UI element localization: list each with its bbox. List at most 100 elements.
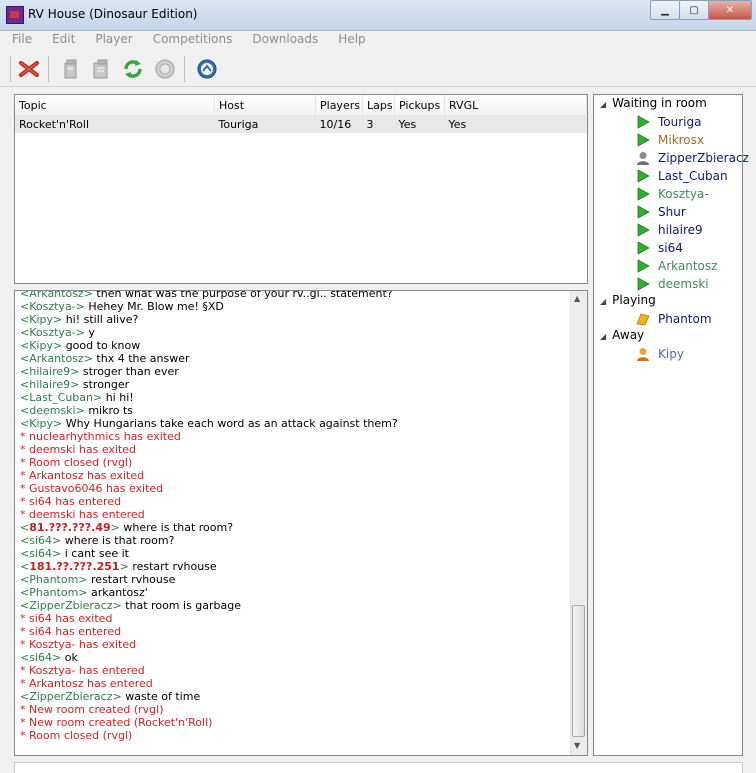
user-list-item[interactable]: hilaire9	[636, 221, 703, 239]
user-list-item[interactable]: Arkantosz	[636, 257, 717, 275]
user-orange-icon	[636, 347, 650, 361]
scroll-up-icon[interactable]: ▲	[574, 294, 580, 303]
chat-nick[interactable]: Kosztya-	[29, 326, 75, 339]
menu-downloads[interactable]: Downloads	[240, 31, 326, 46]
host-room-icon[interactable]	[58, 56, 84, 82]
settings-icon[interactable]	[194, 56, 220, 82]
chat-text: hi! still alive?	[65, 313, 139, 326]
chat-nick[interactable]: ZipperZbieracz	[29, 690, 112, 703]
column-pickups[interactable]: Pickups	[394, 95, 445, 116]
system-message: * si64 has exited	[20, 612, 113, 625]
close-button[interactable]: ✕	[708, 0, 752, 20]
user-list-item[interactable]: Last_Cuban	[636, 167, 728, 185]
chat-nick[interactable]: Kipy	[29, 313, 53, 326]
expand-arrow-icon[interactable]: ◢	[600, 297, 606, 306]
chat-nick[interactable]: hilaire9	[29, 365, 70, 378]
column-host[interactable]: Host	[214, 95, 316, 116]
user-list-item[interactable]: ZipperZbieracz	[636, 149, 749, 167]
system-message: * Room closed (rvgl)	[20, 456, 133, 469]
message-input[interactable]	[14, 762, 743, 773]
chat-nick[interactable]: Arkantosz	[29, 352, 83, 365]
chat-line: <si64> ok	[20, 651, 78, 664]
user-list-item[interactable]: Touriga	[636, 113, 701, 131]
menu-player[interactable]: Player	[83, 31, 140, 46]
user-name: Last_Cuban	[658, 169, 728, 183]
chat-nick[interactable]: Phantom	[29, 586, 78, 599]
chat-line: <81.???.???.49> where is that room?	[20, 521, 234, 534]
column-players[interactable]: Players	[315, 95, 363, 116]
user-list: ◢ Waiting in room Touriga Mikrosx ZipperZbie…	[593, 94, 749, 756]
chat-nick[interactable]: Phantom	[29, 573, 78, 586]
column-laps[interactable]: Laps	[362, 95, 395, 116]
user-list-item[interactable]: Kosztya-	[636, 185, 709, 203]
chat-text: hi hi!	[105, 391, 134, 404]
leave-icon[interactable]	[152, 56, 178, 82]
room-topic: Rocket'n'Roll	[15, 115, 215, 133]
menu-edit[interactable]: Edit	[40, 31, 83, 46]
user-group-header[interactable]: ◢ Waiting in room	[600, 96, 707, 110]
user-list-item[interactable]: si64	[636, 239, 683, 257]
user-name: Kipy	[658, 347, 684, 361]
user-list-item[interactable]: Phantom	[636, 310, 712, 328]
chat-nick[interactable]: si64	[29, 534, 52, 547]
chat-nick[interactable]: deemski	[29, 404, 75, 417]
play-icon	[636, 241, 650, 255]
chat-lines: <Arkantosz> then what was the purpose of…	[20, 291, 570, 742]
user-group-header[interactable]: ◢ Away	[600, 328, 644, 342]
chat-nick[interactable]: 181.??.???.251	[29, 560, 119, 573]
maximize-button[interactable]: ▢	[679, 0, 709, 20]
room-pickups: Yes	[394, 115, 445, 133]
chat-nick[interactable]: Kosztya-	[29, 300, 75, 313]
chat-line: * Gustavo6046 has exited	[20, 482, 570, 495]
user-list-item[interactable]: Mikrosx	[636, 131, 704, 149]
chat-line: <deemski> mikro ts	[20, 404, 134, 417]
chat-line: <ZipperZbieracz> that room is garbage	[20, 599, 242, 612]
system-message: * deemski has exited	[20, 443, 137, 456]
user-list-item[interactable]: deemski	[636, 275, 709, 293]
chat-line: * si64 has entered	[20, 495, 570, 508]
column-topic[interactable]: Topic	[15, 95, 215, 116]
chat-line: <hilaire9> stroger than ever	[20, 365, 179, 378]
chat-line: <hilaire9> stronger	[20, 378, 130, 391]
disconnect-icon[interactable]	[16, 56, 42, 82]
chat-nick[interactable]: Arkantosz	[29, 291, 83, 300]
room-list-header: Topic Host Players Laps Pickups RVGL	[15, 95, 587, 116]
expand-arrow-icon[interactable]: ◢	[600, 332, 606, 341]
menu-competitions[interactable]: Competitions	[141, 31, 241, 46]
scroll-down-icon[interactable]: ▼	[574, 741, 580, 750]
chat-log[interactable]: <Arkantosz> then what was the purpose of…	[14, 290, 588, 756]
user-list-item[interactable]: Kipy	[636, 345, 684, 363]
scroll-thumb[interactable]	[572, 605, 585, 737]
group-label: Away	[612, 328, 645, 342]
user-name: Shur	[658, 205, 686, 219]
toolbar-separator	[10, 56, 11, 82]
menu-help[interactable]: Help	[326, 31, 373, 46]
chat-nick[interactable]: hilaire9	[29, 378, 70, 391]
chat-line: * deemski has entered	[20, 508, 570, 521]
room-players: 10/16	[315, 115, 363, 133]
expand-arrow-icon[interactable]: ◢	[600, 100, 606, 109]
chat-nick[interactable]: Last_Cuban	[29, 391, 93, 404]
menu-file[interactable]: File	[0, 31, 40, 46]
chat-text: restart rvhouse	[132, 560, 217, 573]
chat-text: i cant see it	[64, 547, 129, 560]
chat-nick[interactable]: ZipperZbieracz	[29, 599, 112, 612]
chat-scrollbar[interactable]: ▲ ▼	[570, 291, 587, 755]
refresh-icon[interactable]	[120, 56, 146, 82]
chat-nick[interactable]: 81.???.???.49	[29, 521, 110, 534]
chat-nick[interactable]: Kipy	[29, 417, 53, 430]
join-room-icon[interactable]	[88, 56, 114, 82]
play-icon	[636, 169, 650, 183]
minimize-button[interactable]: ▁	[650, 0, 680, 20]
chat-nick[interactable]: Kipy	[29, 339, 53, 352]
chat-line: <Kosztya-> Hehey Mr. Blow me! §XD	[20, 300, 224, 313]
table-row[interactable]: Rocket'n'Roll Touriga 10/16 3 Yes Yes	[15, 115, 587, 133]
chat-nick[interactable]: si64	[29, 651, 52, 664]
chat-nick[interactable]: si64	[29, 547, 52, 560]
user-group-header[interactable]: ◢ Playing	[600, 293, 656, 307]
chat-line: <Kipy> Why Hungarians take each word as …	[20, 417, 398, 430]
user-list-item[interactable]: Shur	[636, 203, 686, 221]
column-rvgl[interactable]: RVGL	[444, 95, 587, 116]
chat-line: <si64> i cant see it	[20, 547, 129, 560]
chat-text: Hehey Mr. Blow me! §XD	[88, 300, 224, 313]
